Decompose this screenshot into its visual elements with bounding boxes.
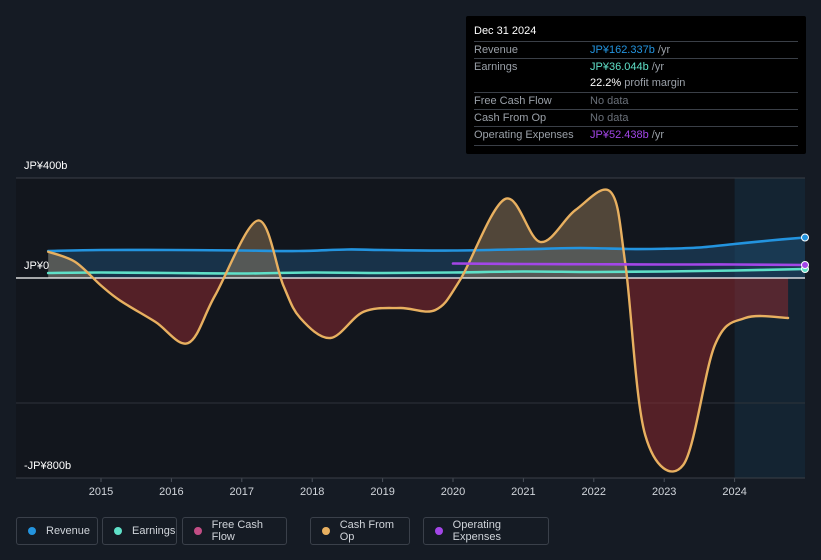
x-tick-label: 2024 <box>722 486 746 498</box>
tooltip: Dec 31 2024 Revenue JP¥162.337b /yr Earn… <box>466 16 806 154</box>
tooltip-label: Operating Expenses <box>474 129 574 141</box>
y-tick-label-top: JP¥400b <box>24 160 68 172</box>
opex-dot-icon <box>435 527 443 535</box>
x-tick-label: 2019 <box>370 486 394 498</box>
revenue-dot-icon <box>28 527 36 535</box>
unit: /yr <box>648 129 664 141</box>
tooltip-row-opex: Operating Expenses JP¥52.438b /yr <box>474 126 798 144</box>
legend-earnings[interactable]: Earnings <box>102 517 177 545</box>
unit: /yr <box>648 61 664 73</box>
unit: /yr <box>654 44 671 56</box>
tooltip-row-cfo: Cash From Op No data <box>474 109 798 127</box>
legend-label: Earnings <box>132 525 176 537</box>
legend-label: Revenue <box>46 525 91 537</box>
legend-operating-expenses[interactable]: Operating Expenses <box>423 517 549 545</box>
forecast-region <box>734 178 805 478</box>
y-tick-label-zero: JP¥0 <box>24 260 50 272</box>
divider <box>474 145 798 146</box>
earnings-dot-icon <box>114 527 122 535</box>
fcf-value: No data <box>590 95 629 107</box>
legend-free-cash-flow[interactable]: Free Cash Flow <box>182 517 287 545</box>
tooltip-value: 22.2% profit margin <box>590 77 685 89</box>
x-tick-label: 2015 <box>89 486 113 498</box>
tooltip-value: JP¥36.044b /yr <box>590 61 664 73</box>
x-tick-label: 2022 <box>582 486 606 498</box>
tooltip-row-fcf: Free Cash Flow No data <box>474 92 798 110</box>
x-tick-label: 2020 <box>441 486 465 498</box>
tooltip-row-revenue: Revenue JP¥162.337b /yr <box>474 41 798 59</box>
legend-label: Operating Expenses <box>452 519 501 543</box>
revenue-endpoint <box>801 233 809 242</box>
tooltip-label: Cash From Op <box>474 112 547 124</box>
x-tick-label: 2018 <box>300 486 324 498</box>
tooltip-row-margin: 22.2% profit margin <box>474 75 798 92</box>
legend-cash-from-op[interactable]: Cash From Op <box>310 517 410 545</box>
x-tick-label: 2021 <box>511 486 535 498</box>
legend-revenue[interactable]: Revenue <box>16 517 98 545</box>
tooltip-row-earnings: Earnings JP¥36.044b /yr <box>474 58 798 76</box>
cfo-dot-icon <box>322 527 330 535</box>
profit-margin-value: 22.2% <box>590 77 622 89</box>
legend-label: Cash From Op <box>339 519 395 543</box>
revenue-value: JP¥162.337b <box>590 44 655 56</box>
opex-value: JP¥52.438b <box>590 129 649 141</box>
tooltip-label: Revenue <box>474 44 519 56</box>
y-tick-label-bottom: -JP¥800b <box>24 460 72 472</box>
legend-label: Free Cash Flow <box>211 519 264 543</box>
tooltip-label: Earnings <box>474 61 518 73</box>
tooltip-value: JP¥52.438b /yr <box>590 129 664 141</box>
operating-expenses-line <box>451 262 807 267</box>
tooltip-label: Free Cash Flow <box>474 95 552 107</box>
earnings-value: JP¥36.044b <box>590 61 649 73</box>
x-tick-label: 2016 <box>159 486 183 498</box>
unit: profit margin <box>621 77 686 89</box>
operating-expenses-endpoint <box>801 261 809 269</box>
x-tick-label: 2023 <box>652 486 676 498</box>
cfo-value: No data <box>590 112 629 124</box>
fcf-dot-icon <box>194 527 202 535</box>
x-tick-label: 2017 <box>230 486 254 498</box>
tooltip-value: JP¥162.337b /yr <box>590 44 670 56</box>
tooltip-date: Dec 31 2024 <box>474 25 537 37</box>
